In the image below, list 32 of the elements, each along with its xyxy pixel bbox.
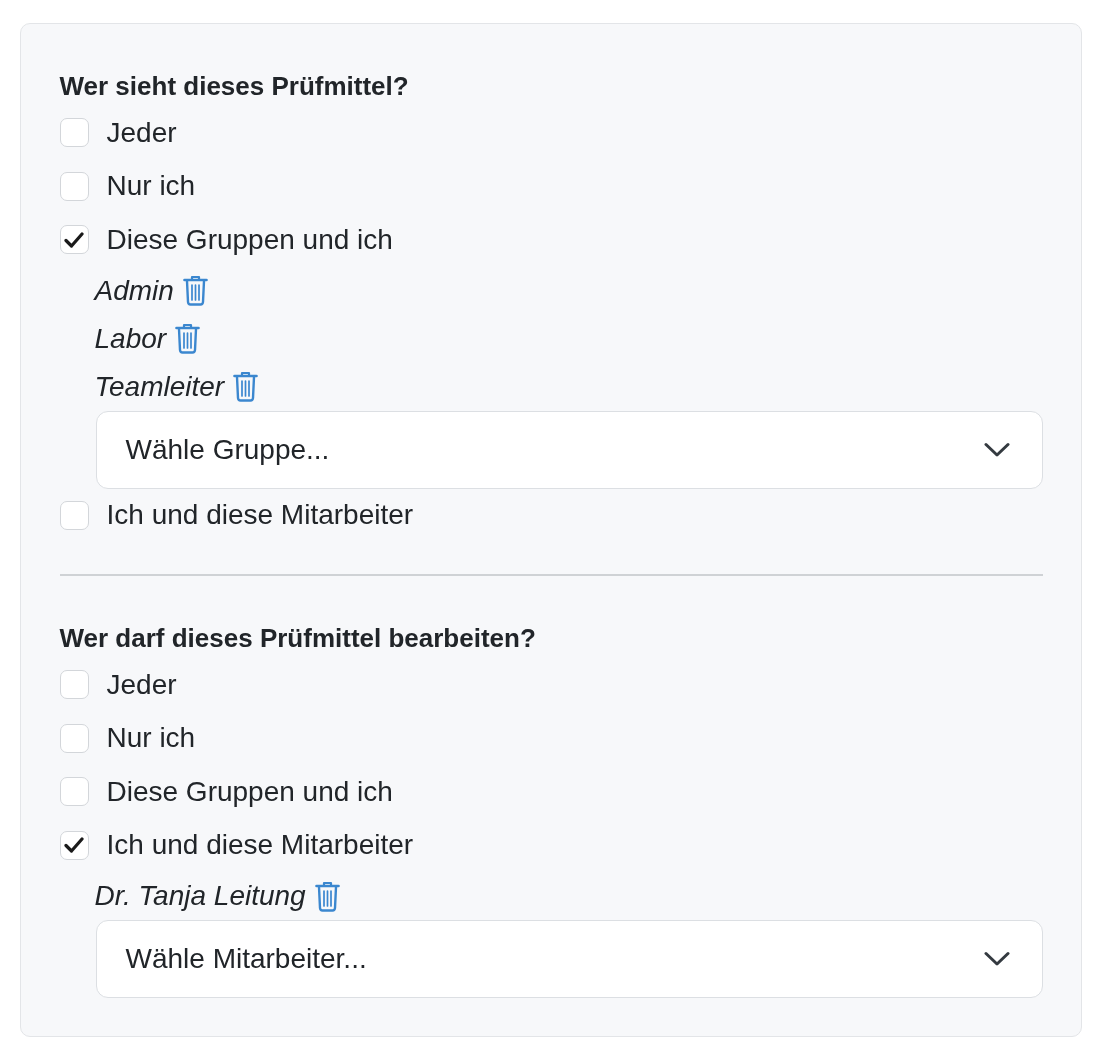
checkbox-label[interactable]: Nur ich [106, 169, 196, 204]
checkbox[interactable] [59, 723, 89, 753]
checkbox[interactable] [59, 225, 89, 255]
checkbox[interactable] [59, 500, 89, 530]
checkbox-label[interactable]: Diese Gruppen und ich [106, 774, 393, 809]
check-icon [64, 231, 84, 248]
checkbox-label[interactable]: Diese Gruppen und ich [106, 222, 393, 257]
trash-icon[interactable] [233, 371, 259, 402]
checkbox-label[interactable]: Jeder [106, 115, 177, 150]
checkbox-label[interactable]: Ich und diese Mitarbeiter [106, 498, 414, 533]
checkbox-label[interactable]: Nur ich [106, 721, 196, 756]
selected-entry: Labor [94, 321, 167, 356]
check-icon [64, 837, 84, 854]
checkbox[interactable] [59, 118, 89, 148]
trash-icon[interactable] [175, 323, 201, 354]
dropdown-select[interactable]: Wähle Gruppe... [95, 410, 1043, 489]
checkbox[interactable] [59, 171, 89, 201]
chevron-down-icon [984, 441, 1010, 458]
dropdown-select[interactable]: Wähle Mitarbeiter... [95, 920, 1043, 998]
checkbox[interactable] [59, 777, 89, 807]
checkbox-label[interactable]: Jeder [106, 667, 177, 702]
selected-entry: Admin [94, 273, 174, 308]
checkbox-label[interactable]: Ich und diese Mitarbeiter [106, 828, 414, 863]
chevron-down-icon [984, 951, 1010, 967]
selected-entry: Teamleiter [94, 369, 225, 404]
checkbox[interactable] [59, 670, 89, 700]
trash-icon[interactable] [182, 275, 208, 306]
trash-icon[interactable] [314, 880, 340, 912]
section-heading: Wer darf dieses Prüfmittel bearbeiten? [59, 622, 537, 655]
section-heading: Wer sieht dieses Prüfmittel? [59, 70, 410, 103]
checkbox[interactable] [59, 830, 89, 860]
selected-entry: Dr. Tanja Leitung [94, 879, 306, 913]
